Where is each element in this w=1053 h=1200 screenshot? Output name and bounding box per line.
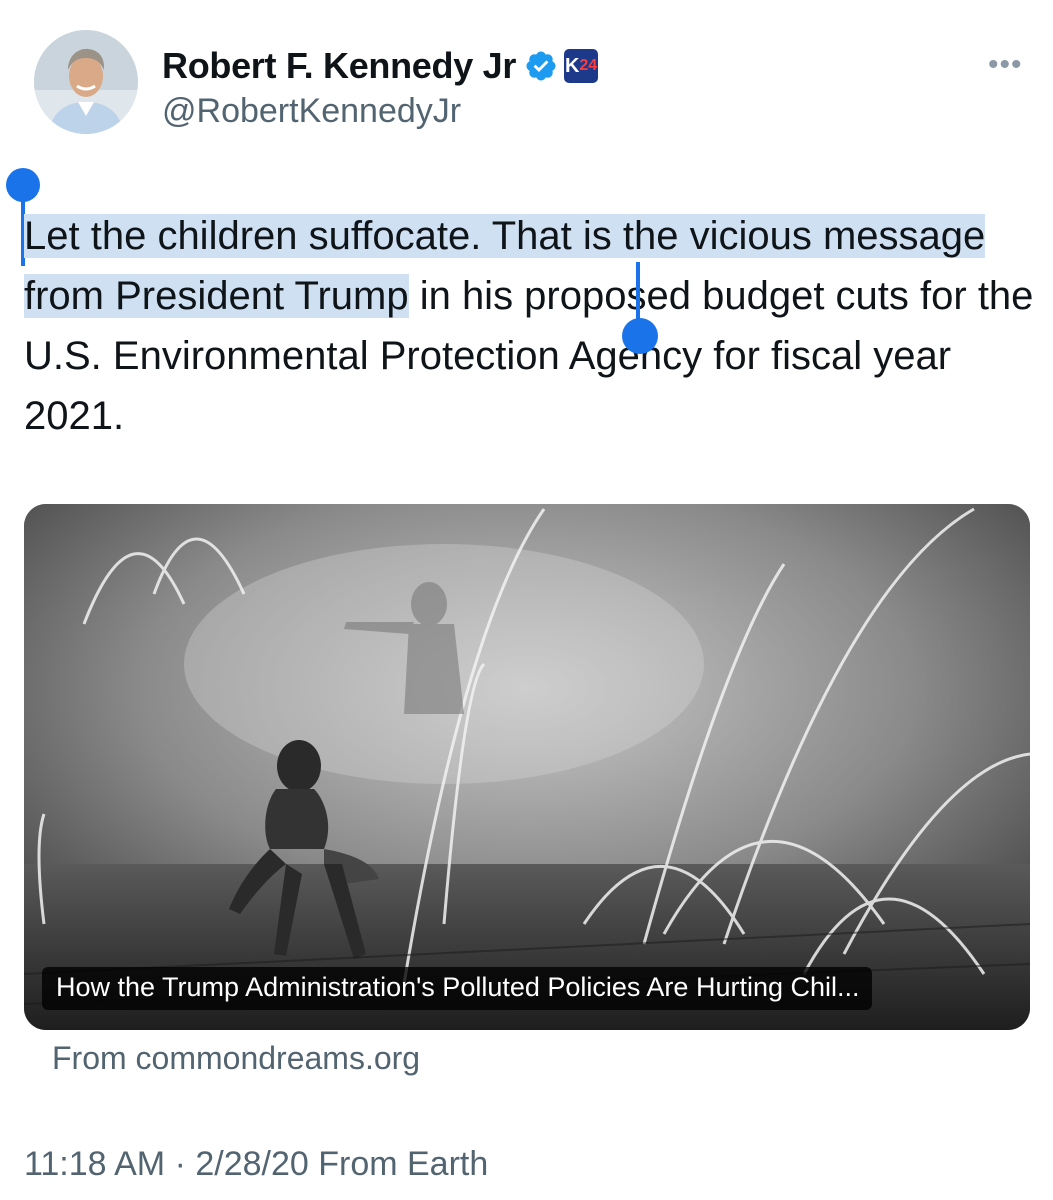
more-horizontal-icon[interactable]: ••• — [988, 48, 1023, 82]
tweet-text: Let the children suffocate. That is the … — [24, 206, 1034, 446]
verified-badge-icon — [526, 51, 556, 81]
selection-end-handle[interactable] — [622, 318, 658, 354]
author-handle[interactable]: @RobertKennedyJr — [162, 92, 461, 131]
affiliation-badge-text: K — [564, 54, 580, 77]
avatar[interactable] — [34, 30, 138, 134]
affiliation-badge-accent: 24 — [579, 57, 598, 74]
author-name-row: Robert F. Kennedy Jr K 24 — [162, 42, 599, 90]
tweet: Robert F. Kennedy Jr K 24 @RobertKennedyJ… — [0, 0, 1053, 1200]
card-image — [24, 504, 1030, 1030]
author-display-name[interactable]: Robert F. Kennedy Jr — [162, 45, 516, 87]
affiliation-badge-icon[interactable]: K 24 — [564, 49, 599, 83]
card-title: How the Trump Administration's Polluted … — [42, 967, 872, 1010]
card-source[interactable]: From commondreams.org — [52, 1040, 420, 1077]
tweet-timestamp[interactable]: 11:18 AM · 2/28/20 From Earth — [24, 1145, 488, 1184]
selection-end-caret — [636, 262, 640, 324]
link-card[interactable]: How the Trump Administration's Polluted … — [24, 504, 1030, 1030]
